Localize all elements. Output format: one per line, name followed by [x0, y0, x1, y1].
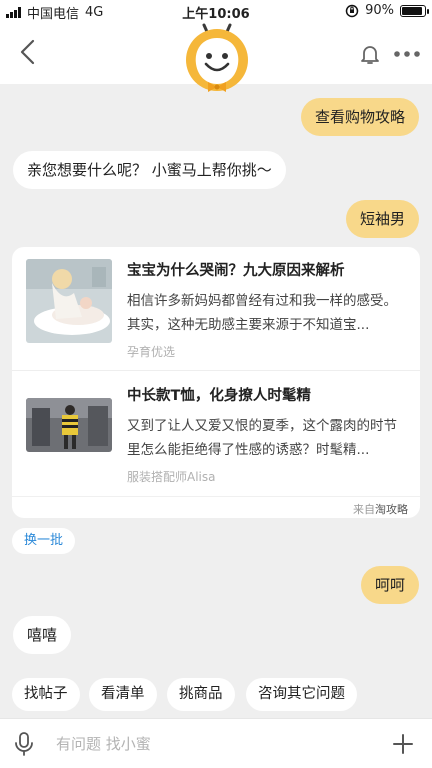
nav-bar [0, 22, 432, 92]
refresh-batch-button[interactable]: 换一批 [12, 528, 76, 554]
footer-source[interactable]: 淘攻略 [375, 503, 408, 516]
quick-reply-chips: 找帖子 看清单 挑商品 咨询其它问题 [0, 674, 432, 718]
article-item[interactable]: 中长款T恤，化身撩人时髦精 又到了让人又爱又恨的夏季，这个露肉的时节里怎么能拒绝… [12, 372, 420, 496]
article-thumbnail [26, 259, 112, 343]
chat-area[interactable]: 查看购物攻略 亲您想要什么呢？ 小蜜马上帮你挑～ 短袖男 宝宝为什么哭闹？九大原… [0, 84, 432, 670]
article-source: 服装搭配师Alisa [127, 470, 216, 484]
user-message-bubble: 短袖男 [345, 200, 419, 238]
chip-pick-products[interactable]: 挑商品 [167, 678, 235, 711]
card-footer: 来自淘攻略 [12, 496, 420, 518]
article-thumbnail [26, 398, 112, 452]
more-dots-icon[interactable] [390, 44, 424, 64]
bot-message-bubble: 嘻嘻 [13, 616, 72, 654]
orientation-lock-icon [345, 4, 359, 17]
article-summary: 又到了让人又爱又恨的夏季，这个露肉的时节里怎么能拒绝得了性感的诱惑？时髦精... [127, 418, 397, 458]
status-right: 90% [345, 3, 429, 18]
card-footer-label: 来自淘攻略 [353, 501, 408, 517]
input-bar [0, 718, 432, 768]
bell-icon[interactable] [356, 40, 384, 68]
article-summary: 相信许多新妈妈都曾经有过和我一样的感受。其实，这种无助感主要来源于不知道宝... [127, 293, 397, 333]
chip-view-lists[interactable]: 看清单 [89, 678, 157, 711]
user-message-bubble: 查看购物攻略 [300, 98, 419, 136]
battery-icon [400, 4, 429, 17]
microphone-icon[interactable] [12, 731, 36, 757]
status-bar: 中国电信 4G 上午10:06 90% [0, 0, 432, 22]
chip-find-posts[interactable]: 找帖子 [12, 678, 80, 711]
bot-message-bubble: 亲您想要什么呢？ 小蜜马上帮你挑～ [13, 151, 286, 189]
message-input[interactable] [56, 729, 376, 759]
article-source: 孕育优选 [127, 345, 176, 359]
chevron-left-icon[interactable] [12, 36, 44, 68]
battery-percent: 90% [365, 3, 394, 18]
article-card: 宝宝为什么哭闹？九大原因来解析 相信许多新妈妈都曾经有过和我一样的感受。其实，这… [12, 247, 420, 518]
footer-prefix: 来自 [353, 503, 375, 516]
user-message-bubble: 呵呵 [360, 566, 419, 604]
article-title[interactable]: 中长款T恤，化身撩人时髦精 [127, 384, 412, 405]
article-title[interactable]: 宝宝为什么哭闹？九大原因来解析 [127, 259, 412, 280]
plus-icon[interactable] [390, 731, 416, 757]
chip-other-questions[interactable]: 咨询其它问题 [246, 678, 357, 711]
article-item[interactable]: 宝宝为什么哭闹？九大原因来解析 相信许多新妈妈都曾经有过和我一样的感受。其实，这… [12, 247, 420, 371]
